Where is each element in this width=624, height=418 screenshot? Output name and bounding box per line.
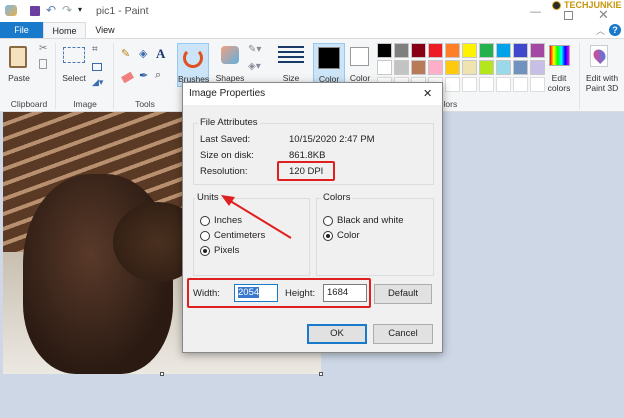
units-pixels-radio[interactable] — [200, 246, 210, 256]
clipboard-icon — [9, 46, 27, 68]
palette-swatch[interactable] — [411, 43, 426, 58]
palette-swatch[interactable] — [377, 60, 392, 75]
resolution-highlight — [277, 161, 335, 181]
help-icon[interactable]: ? — [609, 24, 621, 36]
palette-swatch[interactable] — [462, 43, 477, 58]
redo-icon[interactable]: ↷ — [62, 3, 72, 17]
color1-swatch — [318, 47, 340, 69]
rotate-icon[interactable]: ◢▾ — [92, 77, 103, 88]
pencil-icon[interactable]: ✎ — [121, 47, 130, 60]
palette-swatch[interactable] — [445, 43, 460, 58]
palette-swatch[interactable] — [411, 60, 426, 75]
collapse-ribbon-icon[interactable]: ︿ — [596, 24, 605, 37]
palette-swatch[interactable] — [377, 43, 392, 58]
select-button[interactable]: Select — [58, 73, 90, 83]
brushes-button[interactable]: Brushes — [177, 43, 209, 87]
techjunkie-logo-icon — [552, 1, 561, 10]
minimize-button[interactable]: — — [530, 6, 541, 18]
colors-group: Colors Black and white Color — [316, 192, 434, 276]
color-radio[interactable] — [323, 231, 333, 241]
canvas-resize-handle-bottom[interactable] — [160, 372, 164, 376]
outline-icon[interactable]: ✎▾ — [248, 44, 261, 55]
annotation-arrow — [221, 195, 292, 239]
group-label-image: Image — [73, 99, 97, 109]
magnifier-icon[interactable]: ⌕ — [155, 69, 161, 82]
copy-icon[interactable] — [39, 59, 47, 69]
palette-swatch[interactable] — [530, 43, 545, 58]
select-icon — [63, 47, 85, 63]
palette-swatch[interactable] — [394, 43, 409, 58]
edit-with-paint3d-button[interactable]: Edit with Paint 3D — [580, 73, 624, 93]
group-label-tools: Tools — [135, 99, 155, 109]
brush-icon — [183, 48, 203, 68]
paint-app-icon — [5, 5, 17, 16]
edit-colors-icon — [549, 45, 570, 66]
palette-swatch[interactable] — [513, 77, 528, 92]
palette-swatch[interactable] — [445, 77, 460, 92]
techjunkie-watermark: TECHJUNKIE — [563, 0, 623, 11]
tab-view[interactable]: View — [88, 22, 122, 38]
color-picker-icon[interactable]: ✒ — [139, 69, 148, 82]
palette-swatch[interactable] — [428, 60, 443, 75]
dialog-title: Image Properties — [189, 88, 266, 99]
width-input[interactable]: 2054 — [234, 284, 278, 302]
group-label-clipboard: Clipboard — [10, 99, 48, 109]
paste-button[interactable]: Paste — [4, 73, 34, 83]
text-icon[interactable]: A — [156, 46, 165, 62]
palette-swatch[interactable] — [479, 77, 494, 92]
palette-swatch[interactable] — [496, 77, 511, 92]
resize-icon[interactable] — [92, 63, 102, 71]
size-icon — [278, 46, 304, 66]
units-centimeters-radio[interactable] — [200, 231, 210, 241]
shapes-icon — [221, 46, 239, 64]
maximize-button[interactable] — [564, 11, 573, 20]
palette-swatch[interactable] — [496, 43, 511, 58]
dialog-title-bar: Image Properties ✕ — [183, 83, 442, 105]
color2-swatch — [350, 47, 369, 66]
title-bar: ↶ ↷ ▾ pic1 - Paint TECHJUNKIE — ✕ — [0, 0, 624, 22]
palette-swatch[interactable] — [428, 43, 443, 58]
height-input[interactable]: 1684 — [323, 284, 367, 302]
edit-colors-button[interactable]: Edit colors — [542, 73, 576, 93]
close-window-button[interactable]: ✕ — [598, 7, 609, 23]
palette-swatch[interactable] — [513, 43, 528, 58]
last-saved-value: 10/15/2020 2:47 PM — [289, 134, 375, 145]
palette-swatch[interactable] — [513, 60, 528, 75]
undo-icon[interactable]: ↶ — [46, 3, 56, 17]
palette-swatch[interactable] — [479, 43, 494, 58]
default-button[interactable]: Default — [374, 284, 432, 304]
paint3d-icon — [590, 45, 608, 67]
ribbon-tabs: File Home View ︿ ? — [0, 22, 624, 38]
tab-file[interactable]: File — [0, 22, 43, 38]
shape-fill-icon[interactable]: ◈▾ — [248, 61, 261, 72]
black-and-white-radio[interactable] — [323, 216, 333, 226]
palette-swatch[interactable] — [462, 60, 477, 75]
palette-swatch[interactable] — [445, 60, 460, 75]
palette-swatch[interactable] — [479, 60, 494, 75]
ok-button[interactable]: OK — [307, 324, 367, 344]
eraser-icon[interactable] — [120, 71, 135, 84]
crop-icon[interactable]: ⌗ — [92, 44, 98, 55]
units-inches-radio[interactable] — [200, 216, 210, 226]
size-on-disk-value: 861.8KB — [289, 150, 326, 161]
canvas-resize-handle[interactable] — [319, 372, 323, 376]
image-properties-dialog: Image Properties ✕ File Attributes Last … — [182, 82, 443, 353]
fill-icon[interactable]: ◈ — [139, 47, 147, 60]
color1-button[interactable]: Color — [313, 43, 345, 87]
palette-swatch[interactable] — [496, 60, 511, 75]
tab-home[interactable]: Home — [43, 22, 86, 38]
palette-swatch[interactable] — [462, 77, 477, 92]
cancel-button[interactable]: Cancel — [373, 324, 433, 344]
dialog-close-button[interactable]: ✕ — [423, 87, 432, 100]
palette-swatch[interactable] — [394, 60, 409, 75]
window-title: pic1 - Paint — [96, 5, 149, 17]
save-icon[interactable] — [30, 6, 40, 16]
quick-access-dropdown-icon[interactable]: ▾ — [78, 5, 82, 14]
cut-icon[interactable]: ✂ — [39, 43, 47, 54]
